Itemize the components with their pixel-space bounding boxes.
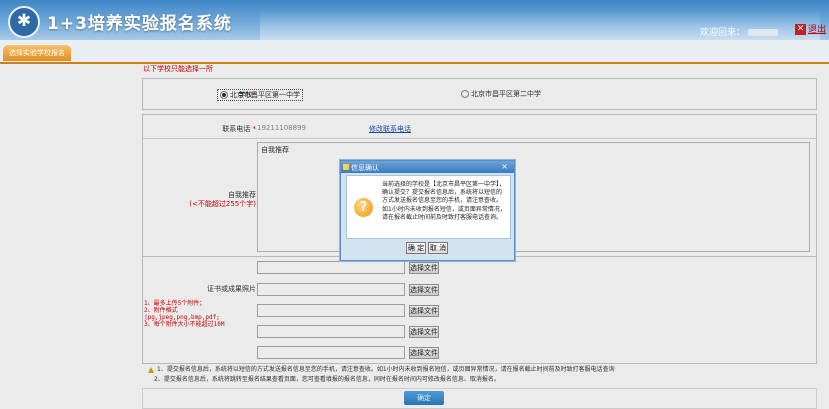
logout-label: 退出 (808, 25, 827, 35)
dialog-body: ? 当前选择的学校是【北京市昌平区第一中学】，确认提交？提交报名信息后，系统将以… (346, 175, 511, 239)
app-title: 1+3培养实验报名系统 (47, 14, 232, 34)
question-icon: ? (354, 198, 373, 217)
confirm-dialog: 信息确认 × ? 当前选择的学校是【北京市昌平区第一中学】，确认提交？提交报名信… (340, 160, 515, 261)
dialog-close-button[interactable]: × (501, 162, 508, 171)
dialog-message: 当前选择的学校是【北京市昌平区第一中学】，确认提交？提交报名信息后，系统将以短信… (382, 181, 506, 221)
dialog-titlebar[interactable]: 信息确认 × (341, 161, 514, 173)
welcome-label: 欢迎回来： (700, 28, 746, 38)
app-header: ✱ 1+3培养实验报名系统 欢迎回来： ✕ 退出 (0, 0, 829, 40)
dialog-ok-button[interactable]: 确 定 (406, 242, 426, 254)
close-icon: ✕ (795, 24, 806, 35)
tab-school-registration[interactable]: 选择实验学校报名 (3, 45, 71, 61)
dialog-cancel-button[interactable]: 取 消 (428, 242, 448, 254)
dialog-title-icon (343, 164, 349, 170)
tab-bar: 选择实验学校报名 (0, 40, 829, 64)
welcome-text: 欢迎回来： (700, 25, 779, 38)
username-redacted (748, 29, 779, 36)
logo-icon: ✱ (8, 6, 40, 38)
dialog-title: 信息确认 (351, 164, 379, 172)
logout-button[interactable]: ✕ 退出 (795, 22, 826, 36)
